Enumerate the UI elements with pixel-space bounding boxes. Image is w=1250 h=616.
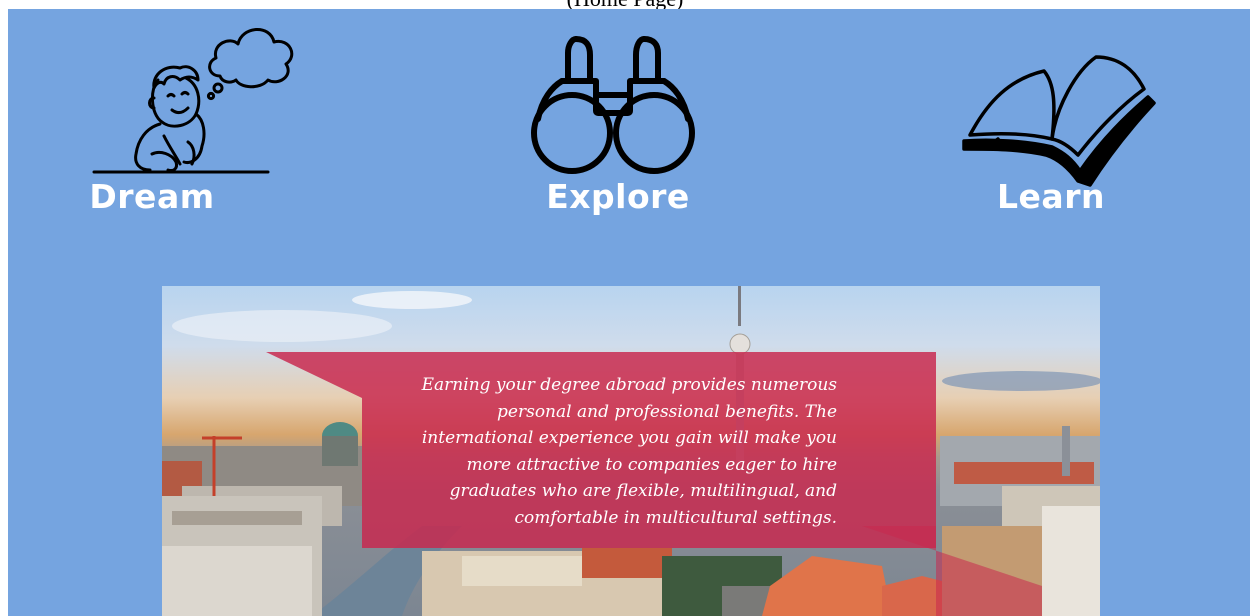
binoculars-icon bbox=[531, 36, 695, 174]
hero-image: Earning your degree abroad provides nume… bbox=[162, 286, 1100, 616]
home-panel: Dream Explore Learn Earning your degree … bbox=[8, 9, 1250, 616]
nav-dream[interactable]: Dream bbox=[70, 9, 330, 229]
nav-learn[interactable]: Learn bbox=[920, 9, 1180, 229]
nav-dream-label: Dream bbox=[89, 177, 215, 216]
nav-explore-label: Explore bbox=[546, 177, 690, 216]
hero-quote: Earning your degree abroad provides nume… bbox=[421, 375, 837, 528]
nav-explore[interactable]: Explore bbox=[488, 9, 748, 229]
nav-learn-label: Learn bbox=[997, 177, 1105, 216]
dreaming-boy-icon bbox=[92, 28, 294, 174]
